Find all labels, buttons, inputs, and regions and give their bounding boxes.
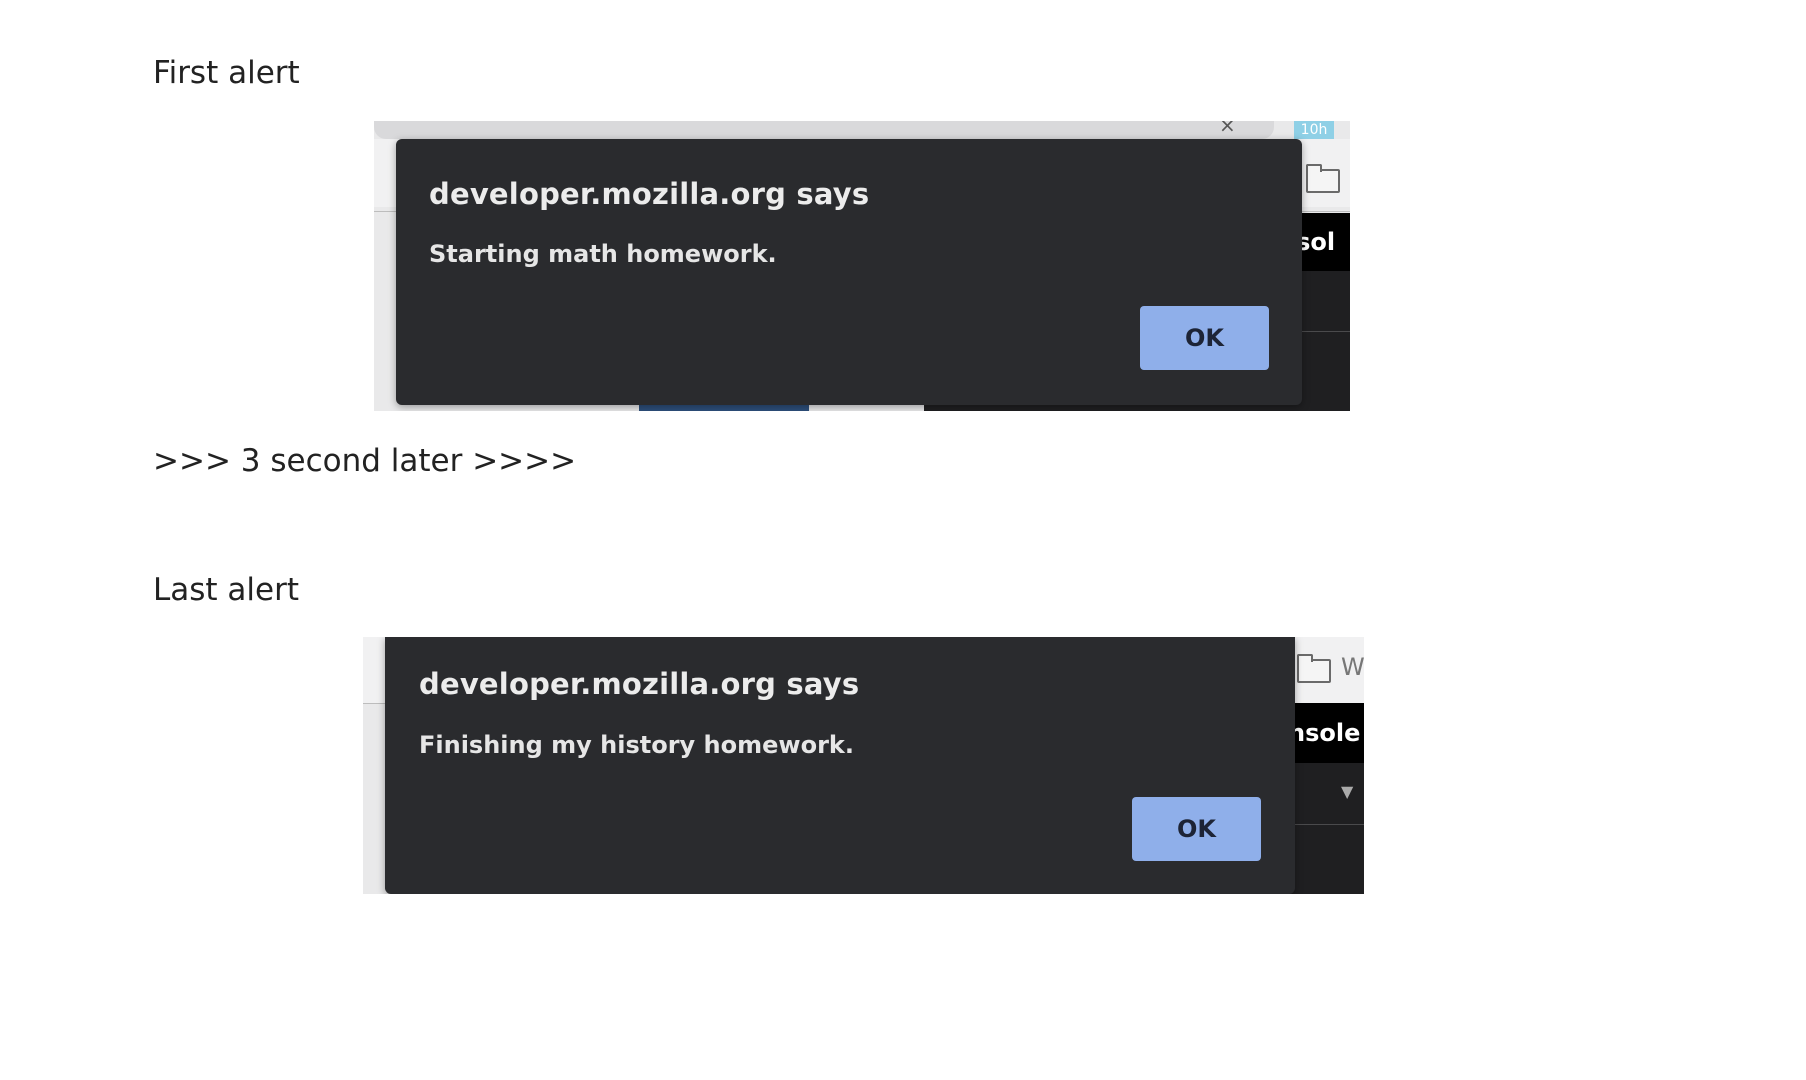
ok-button[interactable]: OK [1140, 306, 1269, 370]
page: First alert × 10h nsol developer.mozilla… [0, 0, 1806, 1080]
folder-icon [1306, 164, 1340, 193]
bookmark-partial-text: W [1341, 653, 1364, 681]
last-alert-heading: Last alert [153, 572, 300, 608]
delay-caption: >>> 3 second later >>>> [153, 443, 577, 479]
alert-dialog: developer.mozilla.org says Finishing my … [385, 637, 1295, 894]
dialog-message: Starting math homework. [429, 240, 777, 268]
folder-icon [1297, 654, 1331, 683]
last-alert-screenshot: W nsole ▼ developer.mozilla.org says Fin… [363, 637, 1364, 894]
alert-dialog: developer.mozilla.org says Starting math… [396, 139, 1302, 405]
time-badge: 10h [1294, 121, 1334, 139]
dropdown-caret-icon: ▼ [1341, 782, 1354, 801]
url-bar [374, 121, 1274, 139]
first-alert-screenshot: × 10h nsol developer.mozilla.org says St… [374, 121, 1350, 411]
dialog-title: developer.mozilla.org says [419, 667, 860, 701]
selection-strip [639, 405, 809, 411]
first-alert-heading: First alert [153, 55, 300, 91]
ok-button[interactable]: OK [1132, 797, 1261, 861]
console-tab: nsole [1288, 703, 1364, 763]
devtools-divider [1288, 824, 1364, 825]
close-icon: × [1219, 121, 1236, 137]
dialog-message: Finishing my history homework. [419, 731, 854, 759]
dialog-title: developer.mozilla.org says [429, 177, 870, 211]
